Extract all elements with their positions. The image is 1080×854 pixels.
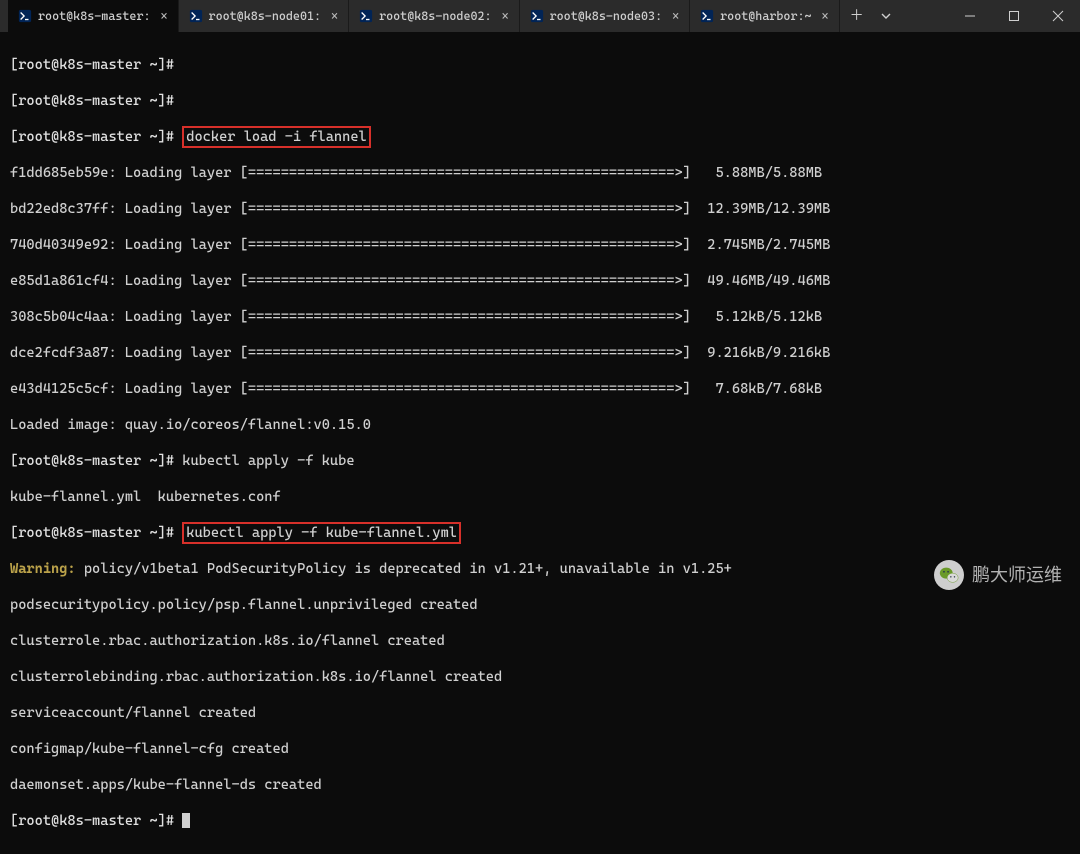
progress-bar: ========================================… — [248, 381, 683, 397]
highlighted-command-1: docker load -i flannel — [182, 126, 370, 148]
progress-bar: ========================================… — [248, 237, 683, 253]
progress-bar: ========================================… — [248, 165, 683, 181]
close-icon[interactable]: × — [822, 7, 829, 25]
minimize-button[interactable] — [948, 0, 992, 32]
layer-id: bd22ed8c37ff — [10, 201, 108, 217]
warning-text: policy/v1beta1 PodSecurityPolicy is depr… — [76, 561, 732, 577]
watermark: 鹏大师运维 — [934, 560, 1062, 590]
output-line: configmap/kube-flannel-cfg created — [10, 740, 1070, 758]
watermark-text: 鹏大师运维 — [972, 566, 1062, 584]
terminal-icon — [359, 9, 373, 23]
tab-label: root@k8s-master: — [38, 7, 151, 25]
layer-size: 12.39MB/12.39MB — [707, 201, 830, 217]
loaded-image-line: Loaded image: quay.io/coreos/flannel:v0.… — [10, 416, 1070, 434]
layer-id: f1dd685eb59e — [10, 165, 108, 181]
terminal-icon — [530, 9, 544, 23]
tab-dropdown-button[interactable] — [874, 0, 898, 32]
new-tab-button[interactable]: ＋ — [840, 0, 874, 32]
tab-label: root@harbor:~ — [720, 7, 811, 25]
close-icon[interactable]: × — [331, 7, 338, 25]
highlighted-command-2: kubectl apply -f kube-flannel.yml — [182, 522, 461, 544]
layer-size: 9.216kB/9.216kB — [707, 345, 830, 361]
close-window-button[interactable] — [1036, 0, 1080, 32]
tab-k8s-node02[interactable]: root@k8s-node02: × — [349, 0, 520, 32]
close-icon[interactable]: × — [672, 7, 679, 25]
layer-size: 49.46MB/49.46MB — [707, 273, 830, 289]
prompt: [root@k8s-master ~]# — [10, 813, 174, 829]
progress-bar: ========================================… — [248, 201, 683, 217]
layer-id: e43d4125c5cf — [10, 381, 108, 397]
layer-id: dce2fcdf3a87 — [10, 345, 108, 361]
window-controls — [948, 0, 1080, 32]
progress-bar: ========================================… — [248, 273, 683, 289]
output-line: clusterrole.rbac.authorization.k8s.io/fl… — [10, 632, 1070, 650]
layer-size: 5.12kB/5.12kB — [715, 309, 822, 325]
output-line: clusterrolebinding.rbac.authorization.k8… — [10, 668, 1070, 686]
close-icon[interactable]: × — [502, 7, 509, 25]
output-line: serviceaccount/flannel created — [10, 704, 1070, 722]
warning-label: Warning: — [10, 561, 76, 577]
wechat-icon — [934, 560, 964, 590]
prompt: [root@k8s-master ~]# — [10, 93, 174, 109]
tab-label: root@k8s-node01: — [209, 7, 322, 25]
terminal-output[interactable]: [root@k8s-master ~]# [root@k8s-master ~]… — [0, 32, 1080, 854]
layer-size: 2.745MB/2.745MB — [707, 237, 830, 253]
terminal-icon — [18, 9, 32, 23]
progress-bar: ========================================… — [248, 345, 683, 361]
cursor — [182, 813, 190, 828]
prompt: [root@k8s-master ~]# — [10, 57, 174, 73]
terminal-icon — [189, 9, 203, 23]
tab-k8s-node01[interactable]: root@k8s-node01: × — [179, 0, 350, 32]
output-line: daemonset.apps/kube-flannel-ds created — [10, 776, 1070, 794]
tab-strip: root@k8s-master: × root@k8s-node01: × ro… — [8, 0, 840, 32]
tab-label: root@k8s-node02: — [379, 7, 492, 25]
layer-size: 5.88MB/5.88MB — [715, 165, 822, 181]
tab-harbor[interactable]: root@harbor:~ × — [690, 0, 839, 32]
tab-k8s-master[interactable]: root@k8s-master: × — [8, 0, 179, 32]
prompt: [root@k8s-master ~]# — [10, 453, 174, 469]
layer-id: 308c5b04c4aa — [10, 309, 108, 325]
prompt: [root@k8s-master ~]# — [10, 525, 174, 541]
terminal-icon — [700, 9, 714, 23]
progress-bar: ========================================… — [248, 309, 683, 325]
command-partial: kubectl apply -f kube — [182, 453, 354, 469]
layer-id: 740d40349e92 — [10, 237, 108, 253]
tab-k8s-node03[interactable]: root@k8s-node03: × — [520, 0, 691, 32]
output-line: podsecuritypolicy.policy/psp.flannel.unp… — [10, 596, 1070, 614]
close-icon[interactable]: × — [161, 7, 168, 25]
layer-id: e85d1a861cf4 — [10, 273, 108, 289]
prompt: [root@k8s-master ~]# — [10, 129, 174, 145]
title-bar: root@k8s-master: × root@k8s-node01: × ro… — [0, 0, 1080, 32]
tab-label: root@k8s-node03: — [550, 7, 663, 25]
tab-completion-line: kube-flannel.yml kubernetes.conf — [10, 488, 1070, 506]
layer-size: 7.68kB/7.68kB — [715, 381, 822, 397]
maximize-button[interactable] — [992, 0, 1036, 32]
